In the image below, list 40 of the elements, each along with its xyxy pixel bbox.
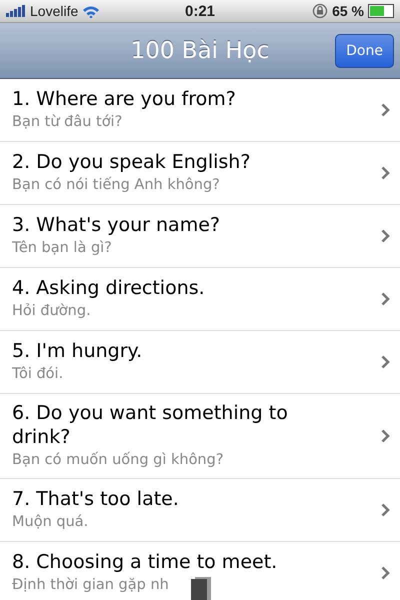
lesson-title: 6. Do you want something to drink? [12,401,289,449]
battery-icon [368,4,394,18]
lesson-row[interactable]: 7. That's too late. Muộn quá. [0,479,400,542]
chevron-icon [381,292,390,306]
lesson-row[interactable]: 2. Do you speak English? Bạn có nói tiếng Anh không? [0,142,400,205]
chevron-icon [381,166,390,180]
chevron-icon [381,229,390,243]
lesson-title: 3. What's your name? [12,213,221,237]
done-button[interactable]: Done [335,34,394,68]
lesson-subtitle: Bạn từ đâu tới? [12,114,122,130]
lesson-row[interactable]: 4. Asking directions. Hỏi đường. [0,268,400,331]
lesson-subtitle: Muộn quá. [12,514,88,530]
lesson-title: 5. I'm hungry. [12,339,144,363]
lesson-title: 2. Do you speak English? [12,150,252,174]
wifi-icon [82,4,100,18]
chevron-icon [381,429,390,443]
lesson-row[interactable]: 3. What's your name? Tên bạn là gì? [0,205,400,268]
lesson-row[interactable]: 1. Where are you from? Bạn từ đâu tới? [0,79,400,142]
chevron-icon [381,503,390,517]
clock-time: 0:21 [184,2,216,20]
lesson-subtitle: Bạn có muốn uống gì không? [12,452,224,468]
signal-icon [6,5,26,17]
lesson-title: 4. Asking directions. [12,276,206,300]
lesson-subtitle: Định thời gian gặp nh [12,577,169,593]
lesson-row[interactable]: 5. I'm hungry. Tôi đói. [0,331,400,394]
lesson-subtitle: Tôi đói. [12,366,64,382]
chevron-icon [381,355,390,369]
lesson-row[interactable]: 6. Do you want something to drink? Bạn có muốn uống gì không? [0,394,400,479]
nav-title: 100 Bài Học [130,38,270,64]
chevron-icon [381,103,390,117]
lesson-subtitle: Hỏi đường. [12,303,91,319]
lesson-title: 7. That's too late. [12,487,180,511]
battery-percent: 65 % [332,3,364,19]
lesson-title: 8. Choosing a time to meet. [12,550,278,574]
lesson-subtitle: Tên bạn là gì? [12,240,112,256]
rotation-lock-icon [312,3,328,19]
lesson-subtitle: Bạn có nói tiếng Anh không? [12,177,220,193]
chevron-icon [381,566,390,580]
carrier-name: Lovelife [30,3,78,19]
lesson-title: 1. Where are you from? [12,87,237,111]
